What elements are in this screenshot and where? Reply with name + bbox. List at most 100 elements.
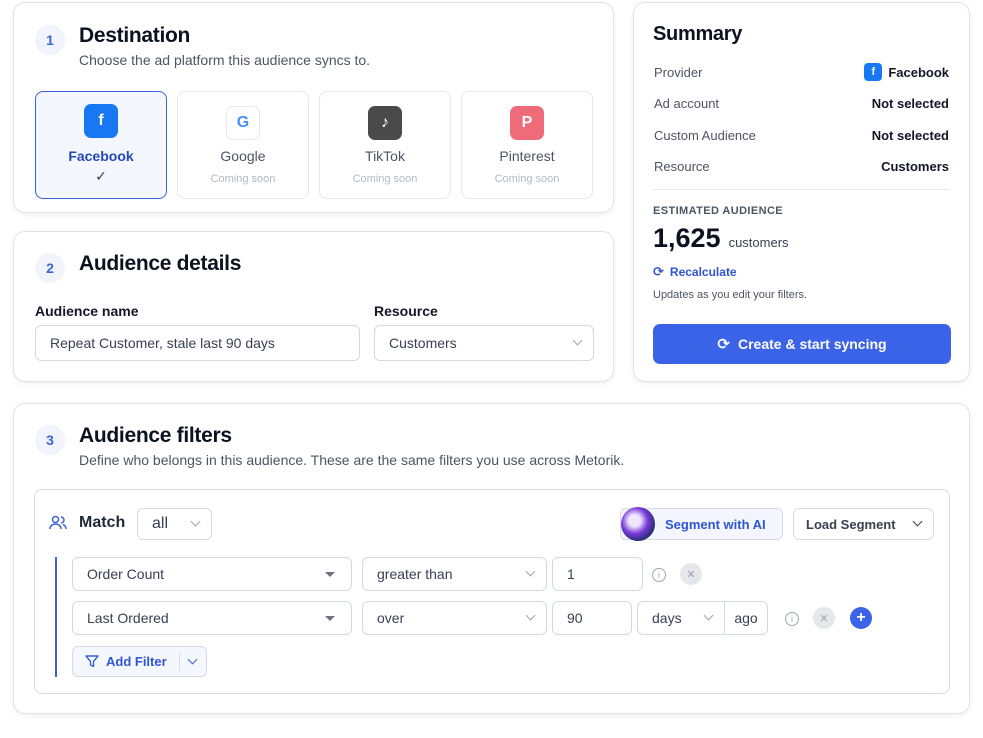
coming-soon-label: Coming soon	[210, 173, 276, 185]
summary-key: Custom Audience	[654, 128, 756, 143]
filter-group-line	[55, 557, 57, 677]
section-title: Destination	[79, 24, 191, 47]
step-number: 3	[35, 425, 65, 455]
platform-name: Facebook	[68, 148, 134, 164]
segment-with-ai-button[interactable]: Segment with AI	[620, 507, 783, 541]
summary-row-ad-account: Ad account Not selected	[654, 96, 949, 111]
summary-note: Updates as you edit your filters.	[653, 289, 808, 301]
filter-field-value: Order Count	[87, 566, 165, 582]
chevron-down-icon[interactable]	[187, 654, 198, 664]
remove-filter-icon[interactable]: ✕	[813, 607, 835, 629]
filter-field-select[interactable]: Order Count	[72, 557, 352, 591]
audience-filters-card: 3 Audience filters Define who belongs in…	[13, 403, 970, 714]
filter-operator-value: over	[377, 610, 405, 626]
platform-tile-facebook[interactable]: f Facebook ✓	[35, 91, 167, 199]
chevron-down-icon	[525, 566, 536, 577]
summary-key: Ad account	[654, 96, 720, 111]
summary-card: Summary Provider f Facebook Ad account No…	[633, 2, 970, 382]
summary-key: Resource	[654, 159, 710, 174]
estimated-audience-label: ESTIMATED AUDIENCE	[653, 205, 784, 217]
chevron-down-icon	[190, 516, 201, 527]
platform-name: Google	[220, 148, 266, 164]
summary-row-resource: Resource Customers	[654, 159, 949, 174]
section-title: Audience filters	[79, 424, 232, 447]
summary-value: Customers	[881, 159, 949, 174]
pinterest-icon: P	[510, 106, 544, 140]
summary-value: f Facebook	[864, 63, 949, 81]
filter-suffix: ago	[724, 601, 768, 635]
chevron-down-icon	[572, 335, 583, 346]
destination-card: 1 Destination Choose the ad platform thi…	[13, 2, 614, 213]
summary-value: Not selected	[871, 128, 949, 143]
filter-icon	[85, 655, 99, 673]
filter-field-select[interactable]: Last Ordered	[72, 601, 352, 635]
section-subtitle: Choose the ad platform this audience syn…	[79, 52, 371, 68]
platform-tile-google[interactable]: G Google Coming soon	[177, 91, 309, 199]
load-segment-button[interactable]: Load Segment	[793, 508, 934, 540]
resource-value: Customers	[389, 335, 457, 351]
filter-value: 90	[567, 610, 583, 626]
provider-name: Facebook	[888, 64, 949, 80]
check-icon: ✓	[95, 168, 107, 184]
facebook-icon: f	[84, 104, 118, 138]
filter-operator-value: greater than	[377, 566, 453, 582]
sync-icon: ⟳	[717, 336, 730, 353]
recalculate-link[interactable]: ⟳ Recalculate	[653, 264, 737, 280]
audience-details-card: 2 Audience details Audience name Repeat …	[13, 231, 614, 382]
section-subtitle: Define who belongs in this audience. The…	[79, 452, 625, 468]
filter-unit-value: days	[652, 610, 682, 626]
add-filter-button[interactable]: Add Filter	[72, 646, 207, 677]
create-start-syncing-label: Create & start syncing	[737, 336, 887, 352]
platform-tile-tiktok[interactable]: ♪ TikTok Coming soon	[319, 91, 451, 199]
audience-count: 1,625 customers	[653, 223, 789, 254]
filter-operator-select[interactable]: greater than	[362, 557, 547, 591]
google-icon: G	[226, 106, 260, 140]
summary-value: Not selected	[871, 96, 949, 111]
chevron-down-icon	[525, 610, 536, 621]
summary-row-provider: Provider f Facebook	[654, 63, 949, 81]
filter-unit-select[interactable]: days	[637, 601, 725, 635]
resource-select[interactable]: Customers	[374, 325, 594, 361]
match-label: Match	[79, 514, 126, 531]
section-title: Audience details	[79, 252, 242, 275]
users-icon	[49, 515, 67, 531]
add-condition-icon[interactable]: +	[850, 607, 872, 629]
summary-divider	[653, 189, 950, 190]
summary-title: Summary	[653, 23, 743, 45]
filter-operator-select[interactable]: over	[362, 601, 547, 635]
remove-filter-icon[interactable]: ✕	[680, 563, 702, 585]
audience-name-input[interactable]: Repeat Customer, stale last 90 days	[35, 325, 360, 361]
coming-soon-label: Coming soon	[352, 173, 418, 185]
filter-value: 1	[567, 566, 575, 582]
segment-with-ai-label: Segment with AI	[665, 516, 766, 532]
platform-name: TikTok	[365, 148, 405, 164]
filter-value-input[interactable]: 1	[552, 557, 643, 591]
audience-name-value: Repeat Customer, stale last 90 days	[50, 335, 275, 351]
filter-value-input[interactable]: 90	[552, 601, 632, 635]
coming-soon-label: Coming soon	[494, 173, 560, 185]
info-icon[interactable]: i	[652, 568, 666, 582]
refresh-icon: ⟳	[653, 264, 664, 279]
audience-name-label: Audience name	[35, 303, 139, 319]
caret-down-icon	[325, 616, 335, 621]
chevron-down-icon	[912, 516, 923, 527]
facebook-icon: f	[864, 63, 883, 81]
summary-key: Provider	[654, 64, 703, 80]
filter-builder: Match all Segment with AI Load Segment O…	[34, 489, 950, 694]
step-number: 2	[35, 253, 65, 283]
audience-count-unit: customers	[728, 235, 789, 250]
platform-name: Pinterest	[499, 148, 555, 164]
info-icon[interactable]: i	[785, 612, 799, 626]
match-select[interactable]: all	[137, 508, 212, 540]
audience-count-value: 1,625	[653, 223, 721, 253]
create-start-syncing-button[interactable]: ⟳ Create & start syncing	[653, 324, 951, 364]
resource-label: Resource	[374, 303, 438, 319]
add-filter-label: Add Filter	[106, 654, 167, 669]
platform-tile-pinterest[interactable]: P Pinterest Coming soon	[461, 91, 593, 199]
ai-avatar-icon	[621, 507, 655, 541]
filter-field-value: Last Ordered	[87, 610, 169, 626]
step-number: 1	[35, 25, 65, 55]
tiktok-icon: ♪	[368, 106, 402, 140]
caret-down-icon	[325, 572, 335, 577]
chevron-down-icon	[703, 610, 714, 621]
